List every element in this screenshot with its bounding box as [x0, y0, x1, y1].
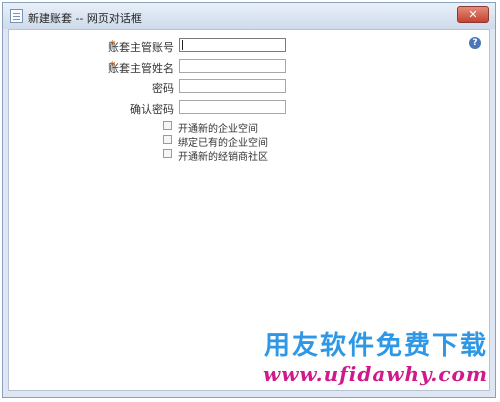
- form-row-admin-account: * 账套主管账号: [9, 38, 289, 54]
- checkbox-label: 开通新的经销商社区: [178, 152, 268, 163]
- form-row-confirm-password: 确认密码: [9, 100, 289, 116]
- password-input[interactable]: [179, 79, 286, 93]
- checkbox[interactable]: [163, 149, 172, 158]
- help-icon[interactable]: ?: [469, 37, 481, 49]
- watermark: 用友软件免费下载 www.ufidawhy.com: [263, 325, 488, 386]
- close-button[interactable]: ✕: [457, 6, 489, 23]
- password-label: 密码: [152, 82, 174, 95]
- checkbox[interactable]: [163, 135, 172, 144]
- form-row-password: 密码: [9, 79, 289, 95]
- text-caret: [182, 40, 183, 50]
- window-title: 新建账套 -- 网页对话框: [28, 12, 142, 25]
- admin-account-input[interactable]: [179, 38, 286, 52]
- form-row-admin-name: * 账套主管姓名: [9, 59, 289, 75]
- confirm-password-input[interactable]: [179, 100, 286, 114]
- watermark-title: 用友软件免费下载: [263, 331, 488, 361]
- checkbox-label: 开通新的企业空间: [178, 124, 258, 135]
- admin-name-input[interactable]: [179, 59, 286, 73]
- admin-name-label: 账套主管姓名: [108, 62, 174, 75]
- checkbox[interactable]: [163, 121, 172, 130]
- title-bar[interactable]: 新建账套 -- 网页对话框 ✕: [3, 3, 495, 29]
- page-icon: [10, 9, 23, 23]
- watermark-url: www.ufidawhy.com: [262, 362, 488, 386]
- admin-account-label: 账套主管账号: [108, 41, 174, 54]
- checkbox-label: 绑定已有的企业空间: [178, 138, 268, 149]
- confirm-password-label: 确认密码: [130, 103, 174, 116]
